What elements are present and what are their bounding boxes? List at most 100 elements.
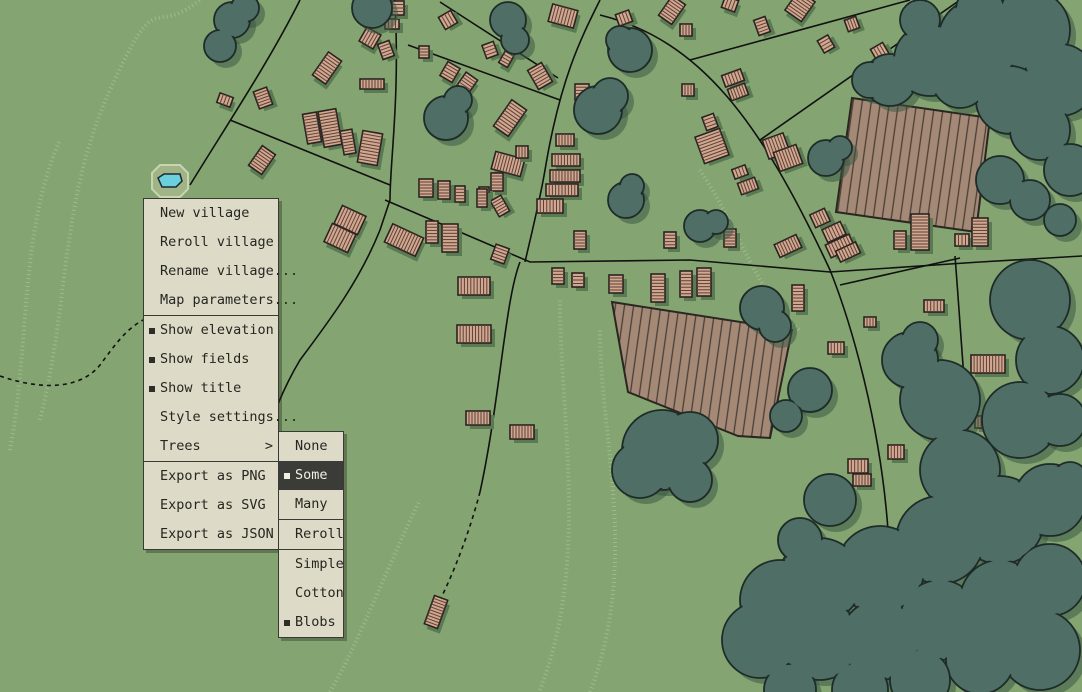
submenu-item-cotton[interactable]: Cotton bbox=[279, 579, 344, 608]
tree-fill bbox=[608, 28, 632, 52]
building bbox=[681, 83, 698, 100]
tree-fill bbox=[992, 262, 1068, 338]
menu-item-export-svg[interactable]: Export as SVG bbox=[144, 491, 278, 520]
building bbox=[252, 86, 278, 112]
building bbox=[457, 276, 494, 299]
menu-item-label: Show title bbox=[160, 380, 242, 396]
building bbox=[696, 267, 715, 300]
building bbox=[608, 274, 627, 297]
menu-item-show-title[interactable]: Show title bbox=[144, 374, 278, 403]
building bbox=[383, 222, 426, 262]
menu-item-style-settings[interactable]: Style settings... bbox=[144, 403, 298, 432]
submenu-arrow-icon: > bbox=[264, 438, 273, 454]
submenu-item-blobs[interactable]: Blobs bbox=[279, 608, 343, 637]
building bbox=[339, 128, 361, 159]
menu-item-label: Map parameters... bbox=[160, 292, 299, 308]
submenu-item-none[interactable]: None bbox=[279, 432, 343, 461]
building bbox=[526, 61, 558, 91]
menu-item-label: Reroll village bbox=[160, 234, 274, 250]
building bbox=[555, 133, 578, 150]
square-check-icon bbox=[284, 620, 290, 626]
building bbox=[418, 178, 437, 201]
menu-item-label: Style settings... bbox=[160, 409, 299, 425]
building bbox=[863, 316, 880, 331]
building bbox=[492, 98, 528, 142]
building bbox=[571, 272, 588, 291]
tree-fill bbox=[622, 176, 642, 196]
building bbox=[551, 267, 568, 288]
menu-item-rename-village[interactable]: Rename village... bbox=[144, 257, 298, 286]
building bbox=[693, 127, 735, 166]
building bbox=[923, 299, 948, 316]
square-check-icon bbox=[149, 328, 155, 334]
building bbox=[663, 231, 680, 252]
menu-item-show-elevation[interactable]: Show elevation bbox=[144, 316, 278, 345]
well-icon[interactable] bbox=[151, 164, 189, 198]
building bbox=[547, 2, 581, 33]
menu-item-label: New village bbox=[160, 205, 250, 221]
tree-fill bbox=[761, 312, 789, 340]
tree-fill bbox=[904, 324, 936, 356]
building bbox=[545, 183, 582, 200]
square-check-icon bbox=[149, 386, 155, 392]
building bbox=[852, 473, 875, 490]
menu-item-export-png[interactable]: Export as PNG bbox=[144, 462, 278, 491]
building bbox=[752, 15, 776, 38]
tree-fill bbox=[670, 460, 710, 500]
tree-fill bbox=[1012, 182, 1048, 218]
tree-fill bbox=[1016, 546, 1082, 614]
building bbox=[359, 78, 388, 93]
building bbox=[311, 50, 343, 90]
building bbox=[679, 270, 696, 301]
menu-item-label: Export as PNG bbox=[160, 468, 266, 484]
building bbox=[783, 0, 817, 28]
square-check-icon bbox=[284, 473, 290, 479]
context-menu: New village Reroll village Rename villag… bbox=[143, 198, 298, 550]
building bbox=[356, 129, 386, 171]
tree-fill bbox=[780, 520, 820, 560]
submenu-item-reroll[interactable]: Reroll bbox=[279, 520, 344, 549]
building bbox=[551, 153, 584, 170]
menu-item-label: Blobs bbox=[295, 614, 336, 630]
menu-item-map-parameters[interactable]: Map parameters... bbox=[144, 286, 298, 315]
building bbox=[887, 444, 908, 463]
building bbox=[425, 220, 442, 247]
tree-fill bbox=[1046, 206, 1074, 234]
submenu-item-simple[interactable]: Simple bbox=[279, 550, 344, 579]
tree-fill bbox=[948, 628, 1012, 692]
square-check-icon bbox=[149, 357, 155, 363]
menu-item-label: Export as JSON bbox=[160, 526, 274, 542]
building bbox=[970, 354, 1009, 377]
menu-item-trees[interactable]: Trees > bbox=[144, 432, 278, 461]
building bbox=[489, 243, 512, 270]
tree-fill bbox=[614, 444, 666, 496]
building bbox=[423, 594, 451, 634]
building bbox=[843, 15, 865, 35]
building bbox=[454, 185, 469, 206]
menu-item-label: Trees bbox=[160, 438, 201, 454]
building bbox=[893, 230, 910, 253]
menu-item-label: Some bbox=[295, 467, 328, 483]
menu-item-label: Reroll bbox=[295, 526, 344, 542]
building bbox=[437, 9, 464, 32]
menu-item-new-village[interactable]: New village bbox=[144, 199, 278, 228]
building bbox=[971, 217, 992, 250]
tree-fill bbox=[446, 88, 470, 112]
tree-fill bbox=[772, 402, 800, 430]
building bbox=[679, 23, 696, 40]
tree-fill bbox=[503, 28, 527, 52]
tree-fill bbox=[934, 54, 986, 106]
building bbox=[247, 144, 277, 180]
submenu-item-many[interactable]: Many bbox=[279, 490, 343, 519]
tree-fill bbox=[594, 80, 626, 112]
menu-item-show-fields[interactable]: Show fields bbox=[144, 345, 278, 374]
menu-item-reroll-village[interactable]: Reroll village bbox=[144, 228, 278, 257]
building bbox=[465, 410, 494, 429]
building bbox=[910, 213, 933, 254]
tree-fill bbox=[806, 476, 854, 524]
submenu-item-some[interactable]: Some bbox=[279, 461, 343, 490]
menu-item-label: Show elevation bbox=[160, 322, 274, 338]
menu-item-export-json[interactable]: Export as JSON bbox=[144, 520, 278, 549]
tree-fill bbox=[664, 414, 716, 466]
building bbox=[773, 233, 808, 260]
